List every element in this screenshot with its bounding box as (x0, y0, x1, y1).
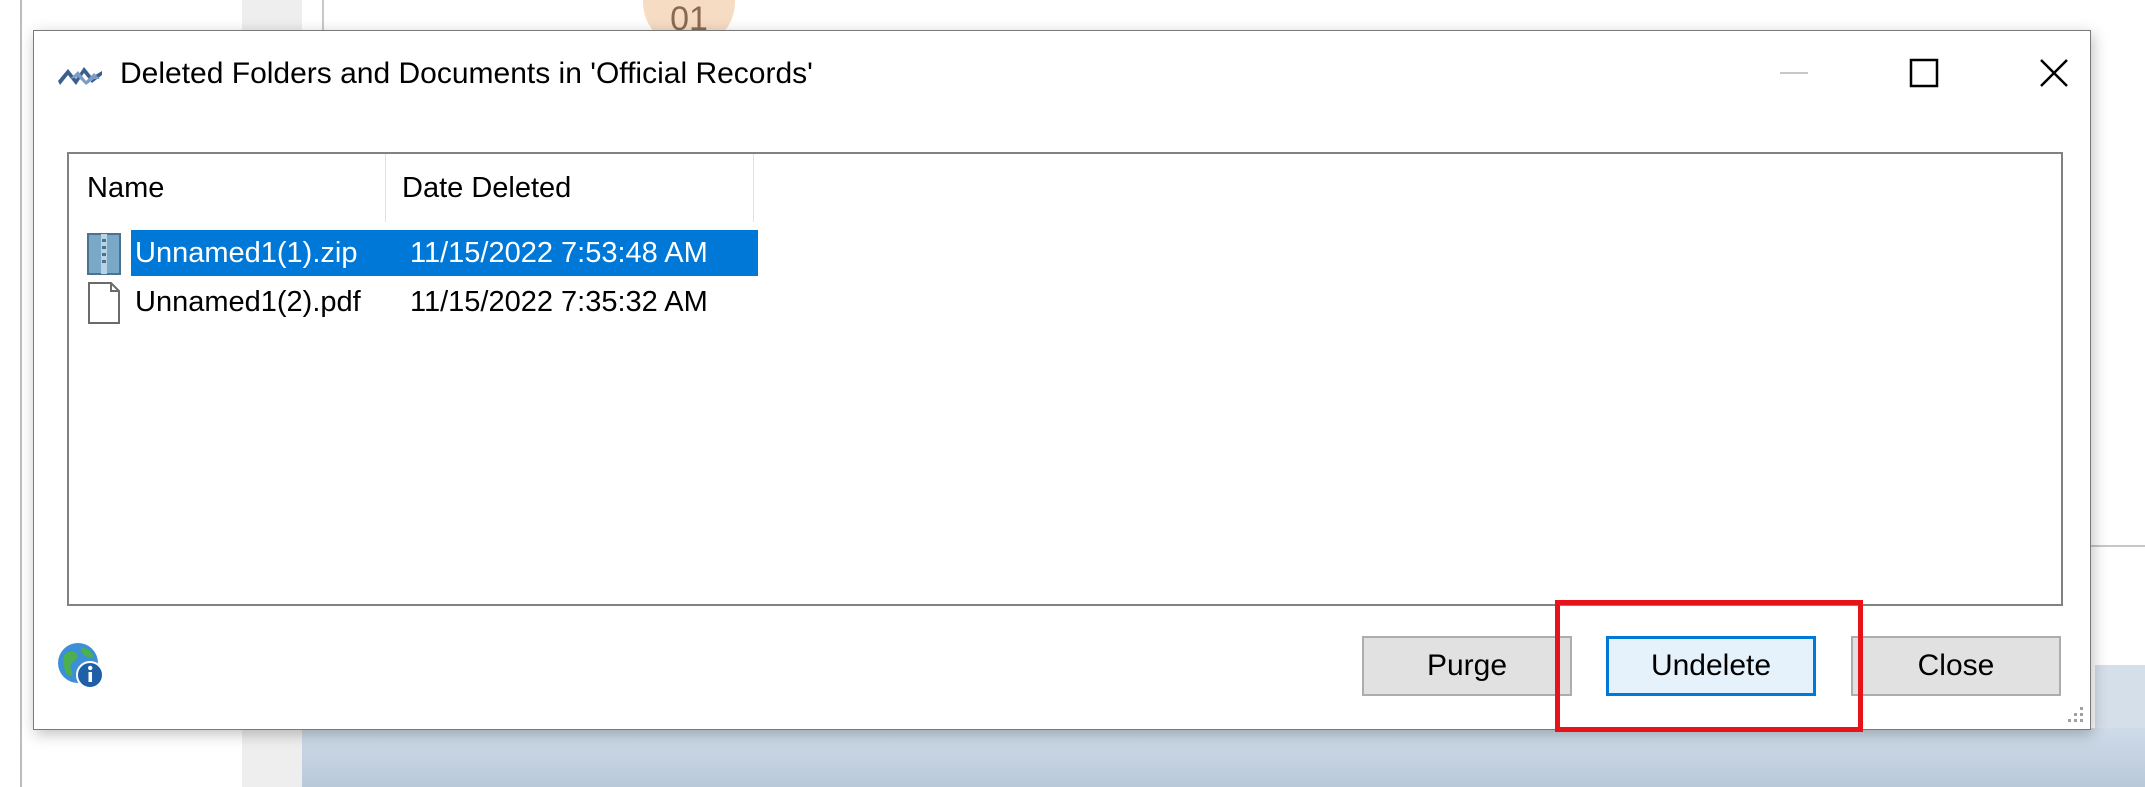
zip-file-icon (87, 233, 121, 275)
item-name: Unnamed1(2).pdf (135, 286, 361, 318)
app-logo-icon (58, 67, 102, 85)
item-name: Unnamed1(1).zip (131, 230, 402, 276)
minimize-button[interactable] (1744, 41, 1844, 105)
highlight-annotation (1555, 600, 1863, 732)
close-icon (2040, 59, 2068, 87)
background-divider-right (2090, 545, 2145, 547)
background-rail (20, 0, 22, 787)
deleted-items-list[interactable]: Name Date Deleted Unnamed1(1).zip 11/15/… (67, 152, 2063, 606)
close-window-button[interactable] (2004, 41, 2104, 105)
background-bottom-bar (302, 728, 2145, 787)
resize-grip-icon[interactable] (2064, 703, 2086, 725)
column-header-date-deleted[interactable]: Date Deleted (386, 154, 754, 222)
minimize-icon (1780, 72, 1808, 74)
globe-info-icon[interactable] (56, 641, 106, 691)
dialog-title: Deleted Folders and Documents in 'Offici… (120, 57, 813, 90)
item-date-deleted: 11/15/2022 7:53:48 AM (398, 230, 758, 276)
document-file-icon (88, 282, 120, 324)
maximize-icon (1909, 58, 1939, 88)
background-panel (2095, 665, 2145, 728)
purge-button[interactable]: Purge (1362, 636, 1572, 696)
title-bar[interactable]: Deleted Folders and Documents in 'Offici… (34, 31, 2090, 115)
column-header-name[interactable]: Name (69, 154, 386, 222)
maximize-button[interactable] (1874, 41, 1974, 105)
item-date-deleted: 11/15/2022 7:35:32 AM (410, 286, 708, 318)
close-button[interactable]: Close (1851, 636, 2061, 696)
